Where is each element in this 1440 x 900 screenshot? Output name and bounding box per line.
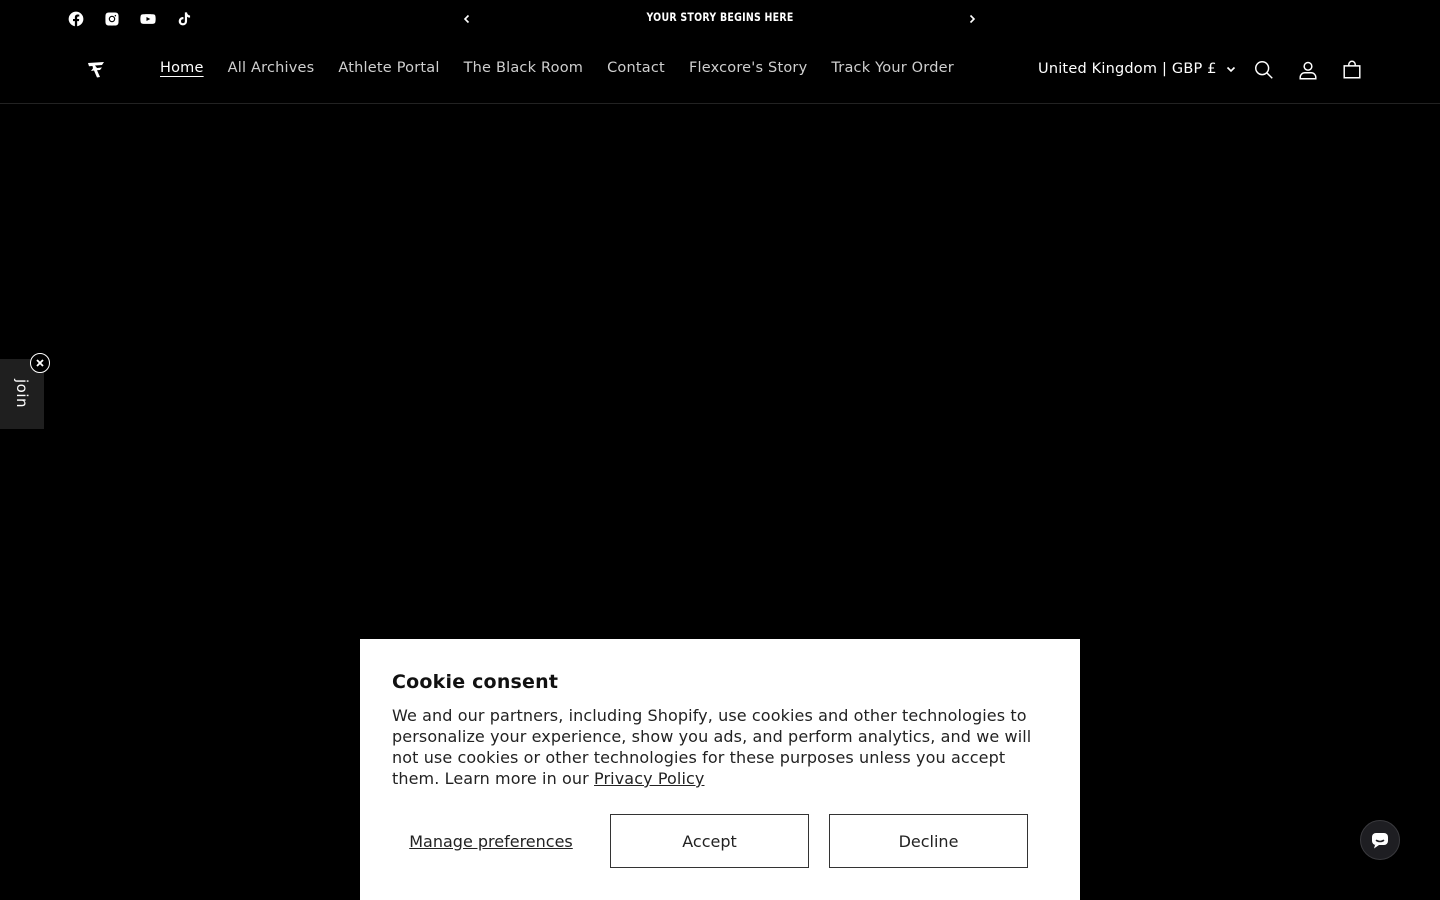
nav-all-archives[interactable]: All Archives <box>216 58 327 78</box>
accept-button[interactable]: Accept <box>610 814 809 868</box>
announcement-bar: YOUR STORY BEGINS HERE <box>0 0 1440 38</box>
chevron-right-icon <box>969 14 976 24</box>
nav-home[interactable]: Home <box>148 58 216 78</box>
privacy-policy-link[interactable]: Privacy Policy <box>594 769 704 788</box>
nav-athlete-portal[interactable]: Athlete Portal <box>326 58 451 78</box>
cookie-body: We and our partners, including Shopify, … <box>392 705 1048 789</box>
chat-button[interactable] <box>1360 820 1400 860</box>
account-button[interactable] <box>1296 58 1320 82</box>
nav-track-your-order[interactable]: Track Your Order <box>819 58 966 78</box>
cookie-actions: Manage preferences Accept Decline <box>392 814 1048 868</box>
search-icon <box>1255 61 1273 79</box>
join-label: join <box>13 379 31 409</box>
search-button[interactable] <box>1252 58 1276 82</box>
cookie-consent-banner: Cookie consent We and our partners, incl… <box>360 639 1080 900</box>
cart-button[interactable] <box>1340 58 1364 82</box>
announcement-prev-button[interactable] <box>458 10 476 28</box>
nav-contact[interactable]: Contact <box>595 58 677 78</box>
manage-preferences-link[interactable]: Manage preferences <box>392 814 590 868</box>
instagram-icon[interactable] <box>103 10 121 28</box>
tiktok-icon[interactable] <box>175 10 193 28</box>
chevron-down-icon <box>1226 66 1235 73</box>
site-header: Home All Archives Athlete Portal The Bla… <box>0 38 1440 104</box>
chevron-left-icon <box>463 14 470 24</box>
logo-icon <box>88 62 104 78</box>
country-label: United Kingdom | GBP £ <box>1038 61 1217 77</box>
brand-logo[interactable] <box>84 58 108 82</box>
youtube-icon[interactable] <box>139 10 157 28</box>
cookie-title: Cookie consent <box>392 671 559 693</box>
join-close-button[interactable] <box>30 353 50 373</box>
announcement-next-button[interactable] <box>963 10 981 28</box>
cart-icon <box>1343 60 1361 79</box>
announcement-text: YOUR STORY BEGINS HERE <box>646 10 794 24</box>
facebook-icon[interactable] <box>67 10 85 28</box>
nav-flexcores-story[interactable]: Flexcore's Story <box>677 58 819 78</box>
cookie-body-text: We and our partners, including Shopify, … <box>392 706 1032 788</box>
decline-button[interactable]: Decline <box>829 814 1028 868</box>
country-selector[interactable]: United Kingdom | GBP £ <box>1038 61 1236 77</box>
account-icon <box>1299 61 1317 80</box>
nav-the-black-room[interactable]: The Black Room <box>452 58 596 78</box>
chat-icon <box>1372 833 1388 849</box>
main-nav: Home All Archives Athlete Portal The Bla… <box>148 58 966 78</box>
close-icon <box>36 359 44 367</box>
